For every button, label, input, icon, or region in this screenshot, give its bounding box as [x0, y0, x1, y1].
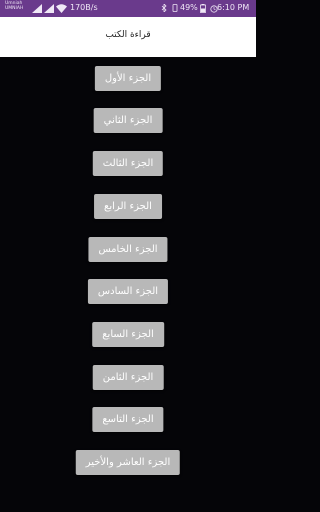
part-2-button[interactable]: الجزء الثاني: [93, 108, 163, 133]
part-9-button[interactable]: الجزء التاسع: [92, 407, 164, 432]
part-6-button[interactable]: الجزء السادس: [87, 279, 169, 304]
battery-percent: 49%: [180, 3, 198, 12]
page-title: قراءة الكتب: [105, 30, 151, 40]
wifi-icon: [56, 4, 67, 13]
network-speed: 170B/s: [70, 3, 98, 12]
part-5-button[interactable]: الجزء الخامس: [88, 237, 168, 262]
vibrate-icon: [172, 4, 178, 12]
part-4-button[interactable]: الجزء الرابع: [94, 194, 162, 219]
bluetooth-icon: [161, 4, 167, 12]
part-10-button[interactable]: الجزء العاشر والأخير: [75, 450, 181, 475]
part-7-button[interactable]: الجزء السابع: [92, 322, 164, 347]
signal-icon: [32, 4, 42, 13]
clock: 6:10 PM: [217, 3, 250, 12]
app-bar: قراءة الكتب: [0, 17, 256, 57]
signal-icon: [44, 4, 54, 13]
battery-icon: [200, 4, 206, 13]
parts-list: الجزء الأول الجزء الثاني الجزء الثالث ال…: [0, 57, 256, 512]
status-bar: Umniah UMNIAH 170B/s 49% 6:10 PM: [0, 0, 256, 17]
part-1-button[interactable]: الجزء الأول: [94, 66, 162, 91]
carrier-label: Umniah UMNIAH: [5, 1, 31, 11]
part-8-button[interactable]: الجزء الثامن: [92, 365, 164, 390]
carrier-network: UMNIAH: [5, 6, 24, 11]
part-3-button[interactable]: الجزء الثالث: [92, 151, 164, 176]
